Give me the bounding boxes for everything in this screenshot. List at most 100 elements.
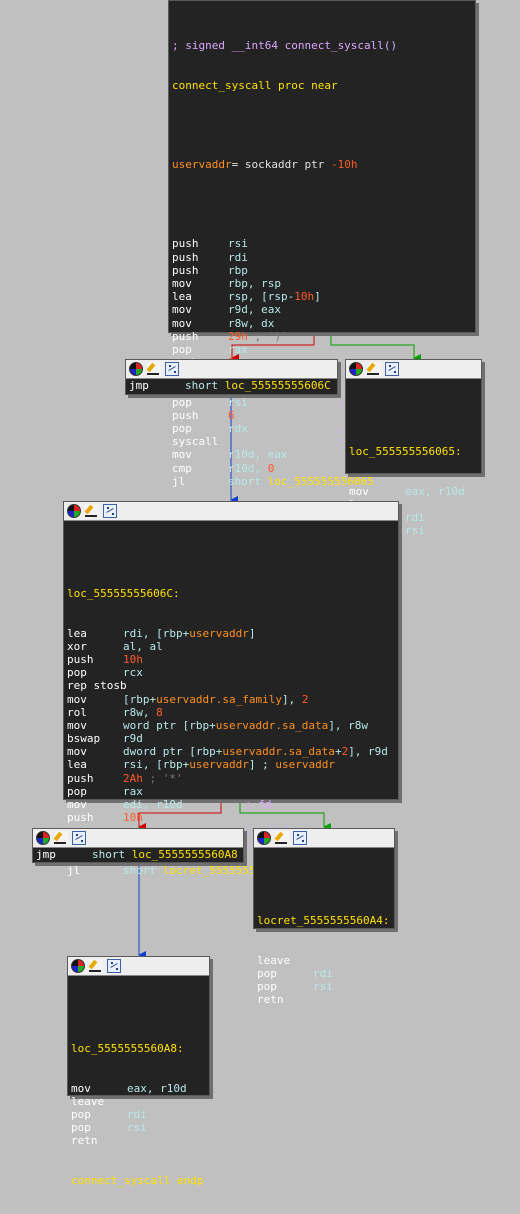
- instruction-line[interactable]: jmp short loc_55555555606C: [129, 379, 334, 392]
- instruction-line[interactable]: pop rsi: [257, 980, 391, 993]
- operands: rdx: [228, 422, 248, 435]
- instruction-line[interactable]: mov [rbp+uservaddr.sa_family], 2: [67, 693, 395, 706]
- final-instructions: mov eax, r10d leave pop rdi pop rsi retn: [71, 1082, 206, 1148]
- instruction-line[interactable]: push rsi: [172, 237, 472, 250]
- operand-variable[interactable]: uservaddr.sa_family: [156, 693, 282, 706]
- block-jmp-60a8[interactable]: jmp short loc_5555555560A8: [32, 828, 244, 863]
- operand-text: rcx: [123, 666, 143, 680]
- instruction-line[interactable]: pop rax: [67, 785, 395, 798]
- operand-text: dword ptr [rbp+: [123, 745, 223, 759]
- instruction-line[interactable]: mov r8w, dx: [172, 317, 472, 330]
- label-loc-6065[interactable]: loc_555555556065:: [349, 445, 478, 458]
- rename-icon[interactable]: [89, 959, 103, 973]
- graph-icon[interactable]: [107, 959, 121, 973]
- line-comment: ; fd: [245, 798, 272, 812]
- operand-immediate: 29h: [228, 329, 248, 343]
- color-icon[interactable]: [36, 831, 50, 845]
- instruction-line[interactable]: jmp short loc_5555555560A8: [36, 848, 240, 861]
- mnemonic: leave: [71, 1094, 105, 1108]
- instruction-line[interactable]: mov dword ptr [rbp+uservaddr.sa_data+2], …: [67, 745, 395, 758]
- instruction-line[interactable]: mov eax, r10d: [71, 1082, 206, 1095]
- rename-icon[interactable]: [85, 504, 99, 518]
- instruction-line[interactable]: mov rbp, rsp: [172, 277, 472, 290]
- mnemonic: mov: [172, 448, 192, 462]
- mnemonic: push: [67, 811, 94, 825]
- instruction-line[interactable]: pop rsi: [71, 1121, 206, 1134]
- instruction-line[interactable]: push 2Ah ; '*': [67, 772, 395, 785]
- block-entry[interactable]: ; signed __int64 connect_syscall() conne…: [168, 0, 476, 488]
- color-icon[interactable]: [349, 362, 363, 376]
- instruction-line[interactable]: lea rsp, [rsp-10h]: [172, 290, 472, 303]
- instruction-line[interactable]: push 10h: [67, 811, 395, 824]
- graph-icon[interactable]: [103, 504, 117, 518]
- block-locret-60a4[interactable]: locret_5555555560A4: leave pop rdi pop rsi re…: [253, 828, 395, 1006]
- instruction-line[interactable]: rol r8w, 8: [67, 706, 395, 719]
- color-icon[interactable]: [71, 959, 85, 973]
- instruction-line[interactable]: pop rdi: [257, 967, 391, 980]
- mnemonic: xor: [67, 639, 87, 653]
- block-loc-60a8[interactable]: loc_5555555560A8: mov eax, r10d leave pop rd…: [67, 956, 210, 1187]
- operand-variable[interactable]: uservaddr: [275, 758, 335, 771]
- graph-icon[interactable]: [385, 362, 399, 376]
- operand-text: rsi: [228, 395, 248, 409]
- instruction-line[interactable]: retn: [71, 1134, 206, 1147]
- block-loc-6065[interactable]: loc_555555556065: moveax, r10dleavepoprd…: [345, 359, 482, 550]
- operand-text: ],: [281, 692, 302, 706]
- operand-variable[interactable]: uservaddr.sa_data: [222, 745, 335, 758]
- graph-icon[interactable]: [293, 831, 307, 845]
- operands: rcx: [123, 666, 143, 679]
- instruction-line[interactable]: mov edi, r10d ; fd: [67, 798, 395, 811]
- instruction-line[interactable]: retn: [257, 993, 391, 1006]
- instruction-line[interactable]: push 29h ; ')': [172, 330, 472, 343]
- mnemonic: pop: [257, 979, 277, 993]
- operands: al, al: [123, 640, 163, 653]
- block-loc-606c[interactable]: loc_55555555606C: lea rdi, [rbp+uservaddr…: [63, 501, 399, 877]
- mnemonic: mov: [172, 276, 192, 290]
- instruction-line[interactable]: lea rdi, [rbp+uservaddr]: [67, 627, 395, 640]
- operand-variable[interactable]: uservaddr: [189, 627, 249, 640]
- rename-icon[interactable]: [275, 831, 289, 845]
- label-loc-606c[interactable]: loc_55555555606C:: [67, 587, 395, 600]
- label-loc-60a8[interactable]: loc_5555555560A8:: [71, 1042, 206, 1055]
- instruction-line[interactable]: leave: [71, 1095, 206, 1108]
- instruction-line[interactable]: push rdi: [172, 251, 472, 264]
- instruction-line[interactable]: pop rax: [172, 343, 472, 356]
- color-icon[interactable]: [67, 504, 81, 518]
- block-jmp-606c[interactable]: jmp short loc_55555555606C: [125, 359, 338, 395]
- mnemonic: cmp: [172, 461, 192, 475]
- var-offset: -10h: [330, 158, 358, 172]
- operand-label[interactable]: loc_5555555560A8: [132, 848, 238, 861]
- operand-variable[interactable]: uservaddr.sa_data: [216, 719, 329, 732]
- instruction-line[interactable]: pop rcx: [67, 666, 395, 679]
- rename-icon[interactable]: [367, 362, 381, 376]
- proc-name[interactable]: connect_syscall: [172, 79, 271, 92]
- rename-icon[interactable]: [54, 831, 68, 845]
- var-uservaddr[interactable]: uservaddr: [172, 158, 232, 171]
- instruction-line[interactable]: bswap r9d: [67, 732, 395, 745]
- instruction-line[interactable]: mov eax, r10d: [349, 485, 478, 498]
- instruction-line[interactable]: pop rdi: [71, 1108, 206, 1121]
- color-icon[interactable]: [129, 362, 143, 376]
- color-icon[interactable]: [257, 831, 271, 845]
- operands: r8w, dx: [228, 317, 274, 330]
- instruction-line[interactable]: lea rsi, [rbp+uservaddr] ; uservaddr: [67, 758, 395, 771]
- instruction-line[interactable]: push rbp: [172, 264, 472, 277]
- operands: rsi: [313, 980, 333, 993]
- operand-immediate: 8: [156, 705, 163, 719]
- operand-variable[interactable]: uservaddr: [189, 758, 249, 771]
- instruction-line[interactable]: xor al, al: [67, 640, 395, 653]
- block-toolbar: [346, 360, 481, 379]
- graph-icon[interactable]: [165, 362, 179, 376]
- operands: eax, r10d: [127, 1082, 187, 1095]
- operand-label[interactable]: loc_55555555606C: [225, 379, 331, 392]
- instruction-line[interactable]: leave: [257, 954, 391, 967]
- instruction-line[interactable]: rep stosb: [67, 679, 395, 692]
- graph-icon[interactable]: [72, 831, 86, 845]
- mnemonic: jmp: [129, 379, 149, 392]
- rename-icon[interactable]: [147, 362, 161, 376]
- instruction-line[interactable]: mov word ptr [rbp+uservaddr.sa_data], r8w: [67, 719, 395, 732]
- label-locret-60a4[interactable]: locret_5555555560A4:: [257, 914, 391, 927]
- instruction-line[interactable]: push 10h: [67, 653, 395, 666]
- operands: rax: [228, 343, 248, 356]
- instruction-line[interactable]: mov r9d, eax: [172, 303, 472, 316]
